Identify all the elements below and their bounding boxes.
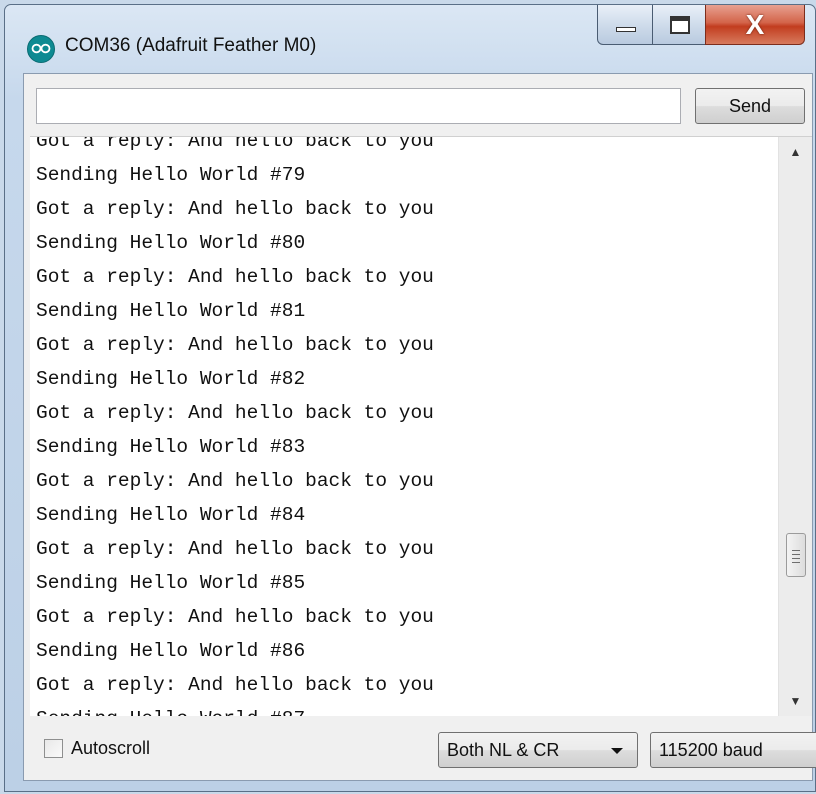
- serial-input[interactable]: [36, 88, 681, 124]
- serial-output[interactable]: Got a reply: And hello back to you Sendin…: [30, 136, 812, 716]
- close-button[interactable]: X: [705, 5, 805, 45]
- status-bar: Autoscroll Both NL & CR 115200 baud: [24, 718, 816, 780]
- output-line: Got a reply: And hello back to you: [36, 606, 434, 628]
- minimize-icon: [616, 27, 636, 32]
- output-line: Got a reply: And hello back to you: [36, 470, 434, 492]
- scroll-up-icon[interactable]: ▲: [779, 137, 812, 167]
- close-icon: X: [745, 9, 765, 40]
- output-line: Sending Hello World #83: [36, 436, 306, 458]
- grip-line: [792, 562, 800, 563]
- output-line: Got a reply: And hello back to you: [36, 674, 434, 696]
- baud-rate-value: 115200 baud: [659, 740, 763, 760]
- output-lines: Got a reply: And hello back to you Sendin…: [36, 136, 776, 716]
- vertical-scrollbar[interactable]: ▲ ▼: [778, 137, 812, 716]
- arduino-icon: [27, 35, 55, 63]
- output-line: Got a reply: And hello back to you: [36, 266, 434, 288]
- output-line: Sending Hello World #86: [36, 640, 306, 662]
- window-title: COM36 (Adafruit Feather M0): [65, 35, 317, 56]
- maximize-icon: [670, 16, 690, 34]
- grip-line: [792, 550, 800, 551]
- output-line: Sending Hello World #81: [36, 300, 306, 322]
- send-button[interactable]: Send: [695, 88, 805, 124]
- line-ending-value: Both NL & CR: [447, 740, 560, 760]
- output-line: Sending Hello World #84: [36, 504, 306, 526]
- autoscroll-checkbox[interactable]: [44, 739, 63, 758]
- chevron-down-icon: [611, 748, 623, 754]
- output-line: Sending Hello World #82: [36, 368, 306, 390]
- output-line: Got a reply: And hello back to you: [36, 334, 434, 356]
- baud-rate-select[interactable]: 115200 baud: [650, 732, 816, 768]
- output-line: Got a reply: And hello back to you: [36, 402, 434, 424]
- output-line: Sending Hello World #87: [36, 702, 776, 716]
- output-line: Sending Hello World #79: [36, 164, 306, 186]
- scroll-thumb[interactable]: [786, 533, 806, 577]
- autoscroll-label: Autoscroll: [71, 738, 151, 758]
- minimize-button[interactable]: [597, 5, 653, 45]
- scroll-down-icon[interactable]: ▼: [779, 686, 812, 716]
- output-line: Got a reply: And hello back to you: [36, 136, 434, 152]
- grip-line: [792, 558, 800, 559]
- serial-monitor-window: COM36 (Adafruit Feather M0) X Send Got a…: [4, 4, 816, 792]
- line-ending-select[interactable]: Both NL & CR: [438, 732, 638, 768]
- output-line: Sending Hello World #80: [36, 232, 306, 254]
- grip-line: [792, 554, 800, 555]
- autoscroll-toggle[interactable]: Autoscroll: [44, 738, 150, 759]
- output-line: Got a reply: And hello back to you: [36, 538, 434, 560]
- output-line: Got a reply: And hello back to you: [36, 198, 434, 220]
- serial-monitor-client: Send Got a reply: And hello back to you S…: [23, 73, 816, 781]
- caption-buttons: X: [597, 5, 807, 47]
- output-line: Sending Hello World #85: [36, 572, 306, 594]
- maximize-button[interactable]: [652, 5, 706, 45]
